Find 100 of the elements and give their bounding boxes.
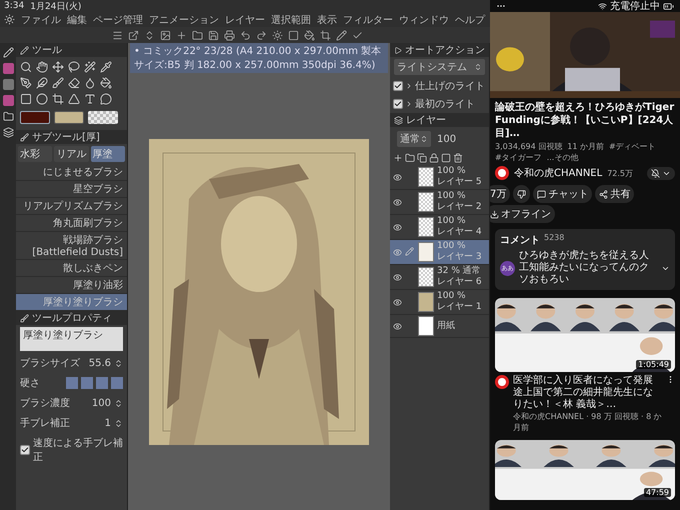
layer-row[interactable]: 用紙 <box>390 315 489 338</box>
tool-icon[interactable] <box>100 61 112 73</box>
tool-icon[interactable] <box>100 93 112 105</box>
more-link[interactable]: ...その他 <box>546 152 578 163</box>
tool-icon[interactable] <box>84 77 96 89</box>
toolbar-icon[interactable] <box>272 30 283 40</box>
brush-item[interactable]: 戦場跡ブラシ [Battlefield Dusts] <box>16 232 127 260</box>
property-value[interactable]: 100 <box>92 398 111 408</box>
tool-icon[interactable] <box>68 77 80 89</box>
menu-item[interactable]: ページ管理 <box>93 12 143 26</box>
toolbar-icon[interactable] <box>224 30 235 40</box>
layer-row[interactable]: 32 % 通常 レイヤー 6 <box>390 265 489 290</box>
menu-item[interactable]: フィルター <box>343 12 393 26</box>
menu-item[interactable]: アニメーション <box>149 12 219 26</box>
blend-mode-select[interactable]: 通常 <box>397 131 431 147</box>
share-button[interactable]: 共有 <box>595 185 634 203</box>
tool-icon[interactable] <box>68 61 80 73</box>
tool-icon[interactable] <box>84 93 96 105</box>
tool-icon[interactable] <box>52 77 64 89</box>
layer-tool-icon[interactable] <box>417 153 427 163</box>
pen-icon[interactable] <box>2 47 14 58</box>
toolbar-icon[interactable] <box>256 30 267 40</box>
subtool-tab[interactable]: 厚塗 <box>90 146 125 162</box>
layer-tool-icon[interactable] <box>441 153 451 163</box>
layers-icon[interactable] <box>2 127 14 138</box>
tool-icon[interactable] <box>52 61 64 73</box>
menu-item[interactable]: 表示 <box>317 12 337 26</box>
eye-icon[interactable] <box>393 198 402 206</box>
tool-icon[interactable] <box>20 77 32 89</box>
toolbar-icon[interactable] <box>288 30 299 40</box>
checkbox[interactable] <box>20 445 30 455</box>
stepper-icon[interactable] <box>114 398 123 408</box>
color-swatch[interactable] <box>54 111 84 124</box>
tool-icon[interactable] <box>36 93 48 105</box>
toolbar-icon[interactable] <box>320 30 331 40</box>
subtool-tab[interactable]: リアル <box>54 146 89 162</box>
eye-icon[interactable] <box>393 322 402 330</box>
action-set-select[interactable]: ライトシステム <box>394 59 485 75</box>
layer-tool-icon[interactable] <box>429 153 439 163</box>
layer-tool-icon[interactable] <box>453 153 463 163</box>
eye-icon[interactable] <box>393 298 402 306</box>
checkbox[interactable] <box>393 81 403 91</box>
tool-icon[interactable] <box>36 77 48 89</box>
chat-button[interactable]: チャット <box>533 185 592 203</box>
layer-tool-icon[interactable] <box>405 153 415 163</box>
menu-item[interactable]: 選択範囲 <box>271 12 311 26</box>
action-name[interactable]: 最初のライト <box>415 97 475 111</box>
toolbar-icon[interactable] <box>128 30 139 40</box>
brush-item[interactable]: 角丸面刷ブラシ <box>16 215 127 232</box>
transparent-swatch[interactable] <box>88 111 118 124</box>
notification-button[interactable] <box>647 166 675 180</box>
layer-row[interactable]: 100 % レイヤー 1 <box>390 290 489 315</box>
channel-avatar-icon[interactable] <box>495 166 509 180</box>
eye-icon[interactable] <box>393 272 402 282</box>
toolbar-icon[interactable] <box>336 30 347 40</box>
layer-row[interactable]: 100 % レイヤー 2 <box>390 190 489 215</box>
toolbar-icon[interactable] <box>160 30 171 40</box>
folder-icon[interactable] <box>2 111 14 122</box>
brush-item[interactable]: リアルプリズムブラシ <box>16 198 127 215</box>
app-logo-icon[interactable] <box>4 14 15 25</box>
video-title[interactable]: 医学部に入り医者になって発展途上国で第二の細井龍先生になりたい！＜林 義哉＞… <box>513 375 662 411</box>
subtool-tab[interactable]: 水彩 <box>18 146 52 162</box>
tool-icon[interactable] <box>20 61 32 73</box>
tool-icon[interactable] <box>68 93 80 105</box>
menu-item[interactable]: ウィンドウ <box>399 12 449 26</box>
toolbar-icon[interactable] <box>192 30 203 40</box>
color-swatch[interactable] <box>20 111 50 124</box>
download-button[interactable]: オフライン <box>490 205 555 223</box>
eye-icon[interactable] <box>393 222 402 232</box>
menu-item[interactable]: 編集 <box>67 12 87 26</box>
property-value[interactable]: 55.6 <box>88 358 111 368</box>
toolbar-icon[interactable] <box>176 30 187 40</box>
chevron-icon[interactable] <box>405 100 413 108</box>
toolbar-icon[interactable] <box>352 30 363 40</box>
brush-item[interactable]: にじませるブラシ <box>16 164 127 181</box>
tool-icon[interactable] <box>84 61 96 73</box>
eye-icon[interactable] <box>393 248 402 256</box>
layer-tool-icon[interactable] <box>393 153 403 163</box>
menu-item[interactable]: ファイル <box>21 12 61 26</box>
brush-item[interactable]: 散しぶきペン <box>16 260 127 277</box>
opacity-value[interactable]: 100 <box>437 134 456 144</box>
property-value[interactable]: 1 <box>104 418 111 428</box>
action-name[interactable]: 仕上げのライト <box>415 79 485 93</box>
document-tab[interactable]: • コミック22° 23/28 (A4 210.00 x 297.00mm 製本サイズ:B5 判 182.00 x 257.00mm 350dpi 36.4%) <box>130 43 388 73</box>
dislike-button[interactable] <box>513 185 530 203</box>
checkbox[interactable] <box>393 99 403 109</box>
tool-group-icon[interactable] <box>2 79 14 90</box>
channel-name[interactable]: 令和の虎CHANNEL <box>514 166 602 180</box>
tool-icon[interactable] <box>52 93 64 105</box>
toolbar-icon[interactable] <box>144 30 155 40</box>
stepper-icon[interactable] <box>114 418 123 428</box>
layer-row[interactable]: 100 % レイヤー 5 <box>390 165 489 190</box>
toolbar-icon[interactable] <box>240 30 251 40</box>
tool-icon[interactable] <box>100 77 112 89</box>
menu-item[interactable]: レイヤー <box>225 12 265 26</box>
stepper-icon[interactable] <box>114 358 123 368</box>
eye-icon[interactable] <box>393 172 402 182</box>
like-button[interactable]: 7万 <box>490 185 510 203</box>
menu-item[interactable]: ヘルプ <box>455 12 485 26</box>
tool-icon[interactable] <box>20 93 32 105</box>
